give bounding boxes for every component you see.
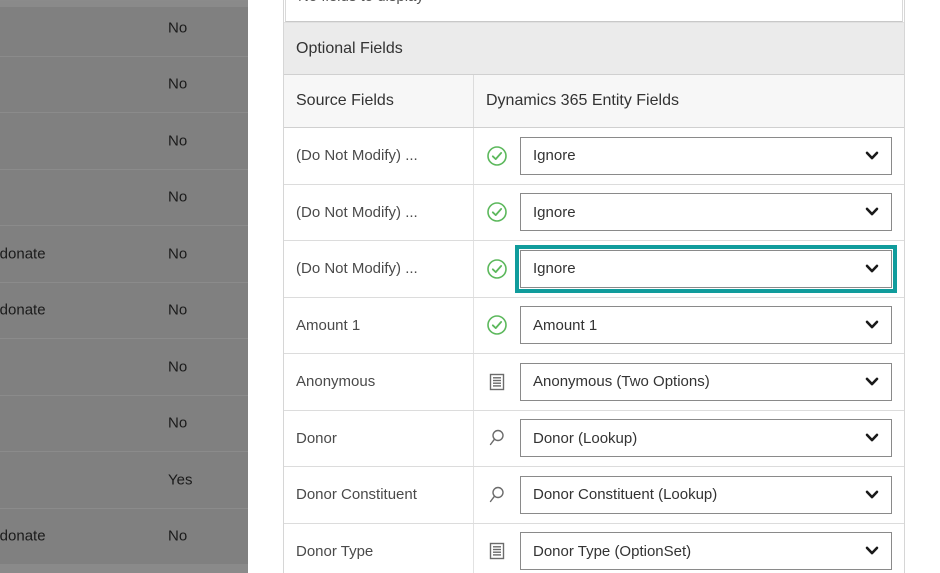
- chevron-down-icon[interactable]: [865, 148, 879, 162]
- field-mapping-row: (Do Not Modify) ... Ignore: [284, 184, 904, 241]
- field-mapping-row: Donor Type Donor Type (OptionSet): [284, 523, 904, 573]
- mapping-select-value: Ignore: [533, 203, 576, 221]
- chevron-down-icon[interactable]: [865, 261, 879, 275]
- source-field-label: Amount 1: [284, 297, 474, 353]
- background-grid-row: No: [0, 339, 248, 396]
- background-grid-row: No: [0, 57, 248, 113]
- table-column-header-row: Source Fields Dynamics 365 Entity Fields: [284, 75, 904, 128]
- left-gap-strip: [248, 0, 283, 573]
- no-fields-box: No fields to display: [285, 0, 903, 22]
- mapping-select[interactable]: Donor Type (OptionSet): [520, 532, 892, 571]
- field-mapping-row: Amount 1 Amount 1: [284, 297, 904, 354]
- mapping-select-value: Ignore: [533, 147, 576, 165]
- background-row-name: Odonate: [0, 245, 46, 263]
- lookup-icon: [474, 411, 520, 467]
- background-dimmed-grid: No No No No Odonate No Odonate No No No Yes Odonate…: [0, 0, 248, 573]
- mapping-select-cell: Amount 1: [520, 298, 904, 354]
- background-grid-row: No: [0, 113, 248, 170]
- optional-fields-label: Optional Fields: [296, 39, 403, 57]
- chevron-down-icon[interactable]: [865, 487, 879, 501]
- background-grid-rows: No No No No Odonate No Odonate No No No Yes Odonate…: [0, 0, 248, 565]
- mapping-select-value: Donor Constituent (Lookup): [533, 486, 718, 504]
- background-grid-row: No: [0, 0, 248, 57]
- optionset-icon: [474, 524, 520, 573]
- background-row-value: No: [168, 75, 188, 93]
- background-grid-row: No: [0, 396, 248, 452]
- mapping-select-cell: Donor (Lookup): [520, 411, 904, 467]
- chevron-down-icon[interactable]: [865, 431, 879, 445]
- background-row-value: No: [168, 301, 188, 319]
- optionset-icon: [474, 354, 520, 410]
- chevron-down-icon[interactable]: [865, 544, 879, 558]
- background-grid-row: Odonate No: [0, 226, 248, 283]
- mapping-select[interactable]: Anonymous (Two Options): [520, 362, 892, 401]
- mapping-select[interactable]: Ignore: [520, 193, 892, 232]
- background-row-name: Odonate: [0, 301, 46, 319]
- mapping-select-cell: Ignore: [515, 241, 904, 297]
- optional-fields-section-header: Optional Fields: [284, 22, 904, 75]
- field-mapping-rows: (Do Not Modify) ... Ignore (Do Not Modify)…: [284, 128, 904, 573]
- check-circle-icon: [474, 298, 520, 354]
- check-circle-icon: [474, 185, 520, 241]
- mapping-select-cell: Anonymous (Two Options): [520, 354, 904, 410]
- background-grid-row: No: [0, 170, 248, 226]
- check-circle-icon: [474, 241, 520, 297]
- check-circle-icon: [474, 128, 520, 184]
- column-header-source-fields: Source Fields: [284, 75, 474, 127]
- mapping-select-value: Donor (Lookup): [533, 429, 638, 447]
- mapping-select[interactable]: Donor (Lookup): [520, 419, 892, 458]
- field-mapping-row: (Do Not Modify) ... Ignore: [284, 241, 904, 298]
- chevron-down-icon[interactable]: [865, 374, 879, 388]
- mapping-select-value: Donor Type (OptionSet): [533, 542, 692, 560]
- mapping-select[interactable]: Ignore: [515, 244, 897, 293]
- mapping-select-value: Ignore: [533, 260, 576, 278]
- source-field-label: Anonymous: [284, 354, 474, 410]
- mapping-select[interactable]: Donor Constituent (Lookup): [520, 475, 892, 514]
- background-row-value: No: [168, 358, 188, 376]
- background-row-value: No: [168, 245, 188, 263]
- mapping-select-cell: Ignore: [520, 185, 904, 241]
- mapping-select-value: Amount 1: [533, 316, 598, 334]
- screen-root: No No No No Odonate No Odonate No No No Yes Odonate…: [0, 0, 940, 573]
- source-field-label: (Do Not Modify) ...: [284, 241, 474, 297]
- mapping-select-cell: Ignore: [520, 128, 904, 184]
- mapping-select[interactable]: Ignore: [520, 136, 892, 175]
- mapping-select-value: Anonymous (Two Options): [533, 373, 710, 391]
- background-row-value: No: [168, 132, 188, 150]
- lookup-icon: [474, 467, 520, 523]
- source-field-label: (Do Not Modify) ...: [284, 128, 474, 184]
- column-header-dynamics-entity-fields: Dynamics 365 Entity Fields: [486, 92, 679, 109]
- no-fields-label: No fields to display: [298, 0, 424, 5]
- right-gutter: [905, 0, 940, 573]
- background-grid-row: Odonate No: [0, 509, 248, 565]
- background-row-value: No: [168, 527, 188, 545]
- background-row-name: Odonate: [0, 527, 46, 545]
- mapping-select-cell: Donor Type (OptionSet): [520, 524, 904, 573]
- field-mapping-row: Anonymous Anonymous (Two Options): [284, 354, 904, 411]
- background-grid-bottom-strip: [0, 564, 248, 573]
- source-field-label: (Do Not Modify) ...: [284, 184, 474, 240]
- background-row-value: Yes: [168, 471, 193, 489]
- background-row-value: No: [168, 414, 188, 432]
- mapping-select[interactable]: Amount 1: [520, 306, 892, 345]
- field-mapping-panel: No fields to display Optional Fields Sou…: [283, 0, 905, 573]
- background-row-value: No: [168, 19, 188, 37]
- source-field-label: Donor Type: [284, 523, 474, 573]
- field-mapping-row: (Do Not Modify) ... Ignore: [284, 128, 904, 185]
- background-grid-row: Odonate No: [0, 283, 248, 339]
- chevron-down-icon[interactable]: [865, 318, 879, 332]
- background-grid-row: Yes: [0, 452, 248, 509]
- source-field-label: Donor Constituent: [284, 467, 474, 523]
- field-mapping-row: Donor Constituent Donor Constituent (Look…: [284, 467, 904, 524]
- background-row-value: No: [168, 188, 188, 206]
- source-field-label: Donor: [284, 410, 474, 466]
- field-mapping-row: Donor Donor (Lookup): [284, 410, 904, 467]
- mapping-select-cell: Donor Constituent (Lookup): [520, 467, 904, 523]
- chevron-down-icon[interactable]: [865, 205, 879, 219]
